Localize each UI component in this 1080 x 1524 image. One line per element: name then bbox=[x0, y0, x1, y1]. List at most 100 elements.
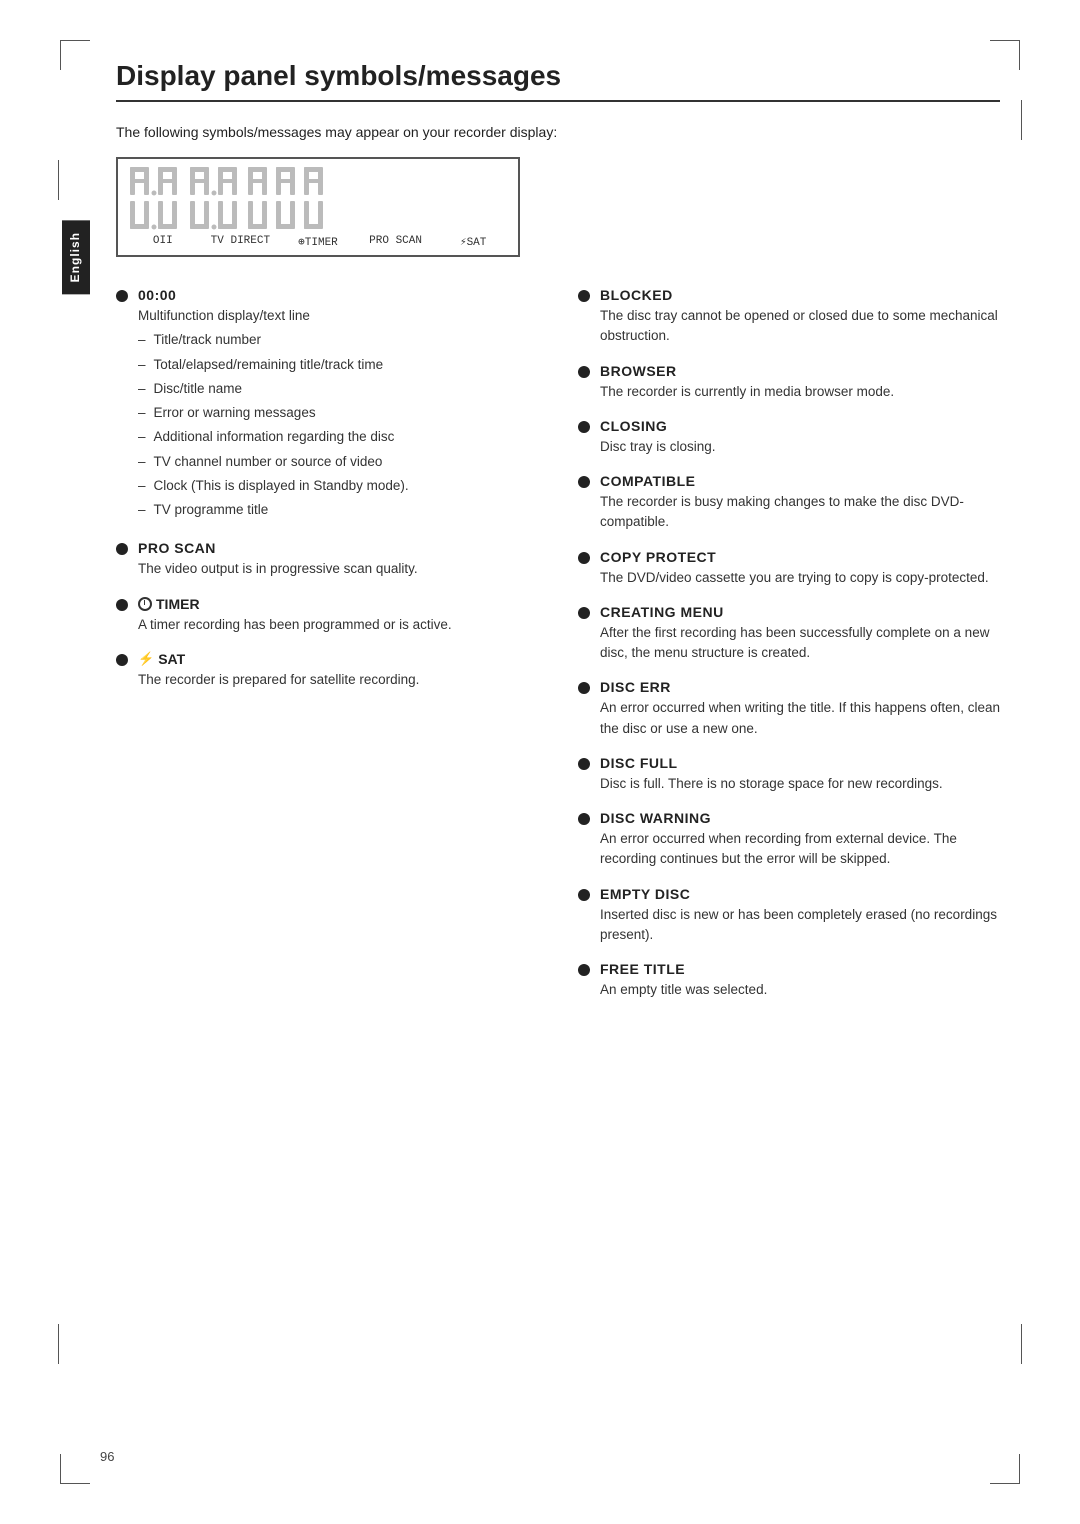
list-item-disc-err: DISC ERR An error occurred when writing … bbox=[578, 679, 1000, 739]
label-tv-direct: TV DIRECT bbox=[206, 235, 276, 249]
intro-text: The following symbols/messages may appea… bbox=[116, 122, 1000, 143]
bullet-dot-blocked bbox=[578, 290, 590, 302]
bullet-content-empty-disc: EMPTY DISC Inserted disc is new or has b… bbox=[600, 886, 1000, 946]
bullet-desc-creating-menu: After the first recording has been succe… bbox=[600, 623, 1000, 664]
bullet-dot-copy-protect bbox=[578, 552, 590, 564]
bullet-title-disc-err: DISC ERR bbox=[600, 679, 1000, 695]
sub-item-total-elapsed: Total/elapsed/remaining title/track time bbox=[138, 355, 409, 375]
list-item-sat: ⚡ SAT The recorder is prepared for satel… bbox=[116, 651, 538, 690]
sat-label: SAT bbox=[158, 651, 185, 667]
bullet-content-disc-err: DISC ERR An error occurred when writing … bbox=[600, 679, 1000, 739]
list-item-pro-scan: PRO SCAN The video output is in progress… bbox=[116, 540, 538, 579]
bullet-desc-disc-full: Disc is full. There is no storage space … bbox=[600, 774, 943, 794]
bullet-title-creating-menu: CREATING MENU bbox=[600, 604, 1000, 620]
sub-item-error-warning: Error or warning messages bbox=[138, 403, 409, 423]
list-item-copy-protect: COPY PROTECT The DVD/video cassette you … bbox=[578, 549, 1000, 588]
bullet-dot-empty-disc bbox=[578, 889, 590, 901]
list-item-creating-menu: CREATING MENU After the first recording … bbox=[578, 604, 1000, 664]
bullet-content-free-title: FREE TITLE An empty title was selected. bbox=[600, 961, 767, 1000]
bullet-content-creating-menu: CREATING MENU After the first recording … bbox=[600, 604, 1000, 664]
bullet-content-disc-warning: DISC WARNING An error occurred when reco… bbox=[600, 810, 1000, 870]
timer-icon bbox=[138, 597, 152, 611]
bullet-dot-disc-err bbox=[578, 682, 590, 694]
display-row-2 bbox=[128, 199, 508, 231]
list-item-browser: BROWSER The recorder is currently in med… bbox=[578, 363, 1000, 402]
display-panel-image: OII TV DIRECT ⊕TIMER PRO SCAN ⚡SAT bbox=[116, 157, 520, 257]
sub-item-additional-info: Additional information regarding the dis… bbox=[138, 427, 409, 447]
left-column: 00:00 Multifunction display/text line Ti… bbox=[116, 287, 538, 1016]
bullet-content-closing: CLOSING Disc tray is closing. bbox=[600, 418, 716, 457]
bullet-dot-creating-menu bbox=[578, 607, 590, 619]
list-item-empty-disc: EMPTY DISC Inserted disc is new or has b… bbox=[578, 886, 1000, 946]
label-pro-scan: PRO SCAN bbox=[361, 235, 431, 249]
list-item-closing: CLOSING Disc tray is closing. bbox=[578, 418, 1000, 457]
bullet-dot-disc-full bbox=[578, 758, 590, 770]
seg-display-row1 bbox=[128, 165, 508, 197]
bullet-dot-timer bbox=[116, 599, 128, 611]
bullet-content-pro-scan: PRO SCAN The video output is in progress… bbox=[138, 540, 418, 579]
sub-item-clock: Clock (This is displayed in Standby mode… bbox=[138, 476, 409, 496]
bullet-dot-sat bbox=[116, 654, 128, 666]
bullet-desc-timer: A timer recording has been programmed or… bbox=[138, 615, 452, 635]
bullet-title-blocked: BLOCKED bbox=[600, 287, 1000, 303]
bullet-dot-pro-scan bbox=[116, 543, 128, 555]
bullet-content-disc-full: DISC FULL Disc is full. There is no stor… bbox=[600, 755, 943, 794]
list-item-blocked: BLOCKED The disc tray cannot be opened o… bbox=[578, 287, 1000, 347]
sub-item-title-track: Title/track number bbox=[138, 330, 409, 350]
bullet-content-copy-protect: COPY PROTECT The DVD/video cassette you … bbox=[600, 549, 989, 588]
bullet-dot-compatible bbox=[578, 476, 590, 488]
bullet-title-empty-disc: EMPTY DISC bbox=[600, 886, 1000, 902]
sub-item-tv-programme: TV programme title bbox=[138, 500, 409, 520]
bullet-content-blocked: BLOCKED The disc tray cannot be opened o… bbox=[600, 287, 1000, 347]
label-oii: OII bbox=[128, 235, 198, 249]
label-timer: ⊕TIMER bbox=[283, 235, 353, 249]
page-number: 96 bbox=[100, 1449, 114, 1464]
bullet-desc-pro-scan: The video output is in progressive scan … bbox=[138, 559, 418, 579]
page-title: Display panel symbols/messages bbox=[116, 60, 1000, 102]
bullet-title-sat: ⚡ SAT bbox=[138, 651, 419, 667]
list-item-compatible: COMPATIBLE The recorder is busy making c… bbox=[578, 473, 1000, 533]
sub-list-time: Title/track number Total/elapsed/remaini… bbox=[138, 330, 409, 520]
bullet-dot-disc-warning bbox=[578, 813, 590, 825]
bullet-desc-sat: The recorder is prepared for satellite r… bbox=[138, 670, 419, 690]
list-item-timer: TIMER A timer recording has been program… bbox=[116, 596, 538, 635]
seg-display-row2 bbox=[128, 199, 508, 231]
two-column-layout: 00:00 Multifunction display/text line Ti… bbox=[116, 287, 1000, 1016]
bullet-dot-browser bbox=[578, 366, 590, 378]
timer-label: TIMER bbox=[156, 596, 200, 612]
bullet-title-time: 00:00 bbox=[138, 287, 409, 303]
bullet-content-time: 00:00 Multifunction display/text line Ti… bbox=[138, 287, 409, 524]
bullet-title-compatible: COMPATIBLE bbox=[600, 473, 1000, 489]
bullet-dot-closing bbox=[578, 421, 590, 433]
sat-icon: ⚡ bbox=[138, 651, 154, 667]
bullet-desc-blocked: The disc tray cannot be opened or closed… bbox=[600, 306, 1000, 347]
bullet-title-disc-full: DISC FULL bbox=[600, 755, 943, 771]
bullet-dot-free-title bbox=[578, 964, 590, 976]
bullet-content-browser: BROWSER The recorder is currently in med… bbox=[600, 363, 894, 402]
page: Display panel symbols/messages The follo… bbox=[0, 0, 1080, 1524]
bullet-desc-closing: Disc tray is closing. bbox=[600, 437, 716, 457]
list-item-time: 00:00 Multifunction display/text line Ti… bbox=[116, 287, 538, 524]
display-labels: OII TV DIRECT ⊕TIMER PRO SCAN ⚡SAT bbox=[128, 235, 508, 249]
sub-item-tv-channel: TV channel number or source of video bbox=[138, 452, 409, 472]
bullet-title-closing: CLOSING bbox=[600, 418, 716, 434]
bullet-desc-compatible: The recorder is busy making changes to m… bbox=[600, 492, 1000, 533]
bullet-title-free-title: FREE TITLE bbox=[600, 961, 767, 977]
bullet-title-pro-scan: PRO SCAN bbox=[138, 540, 418, 556]
bullet-desc-time: Multifunction display/text line bbox=[138, 306, 409, 326]
bullet-content-sat: ⚡ SAT The recorder is prepared for satel… bbox=[138, 651, 419, 690]
bullet-content-timer: TIMER A timer recording has been program… bbox=[138, 596, 452, 635]
display-row-1 bbox=[128, 165, 508, 197]
bullet-desc-disc-warning: An error occurred when recording from ex… bbox=[600, 829, 1000, 870]
list-item-disc-warning: DISC WARNING An error occurred when reco… bbox=[578, 810, 1000, 870]
right-column: BLOCKED The disc tray cannot be opened o… bbox=[578, 287, 1000, 1016]
bullet-title-copy-protect: COPY PROTECT bbox=[600, 549, 989, 565]
bullet-desc-browser: The recorder is currently in media brows… bbox=[600, 382, 894, 402]
page-content: Display panel symbols/messages The follo… bbox=[116, 60, 1000, 1016]
label-sat: ⚡SAT bbox=[438, 235, 508, 249]
bullet-title-disc-warning: DISC WARNING bbox=[600, 810, 1000, 826]
list-item-free-title: FREE TITLE An empty title was selected. bbox=[578, 961, 1000, 1000]
bullet-desc-disc-err: An error occurred when writing the title… bbox=[600, 698, 1000, 739]
bullet-dot-time bbox=[116, 290, 128, 302]
bullet-title-browser: BROWSER bbox=[600, 363, 894, 379]
